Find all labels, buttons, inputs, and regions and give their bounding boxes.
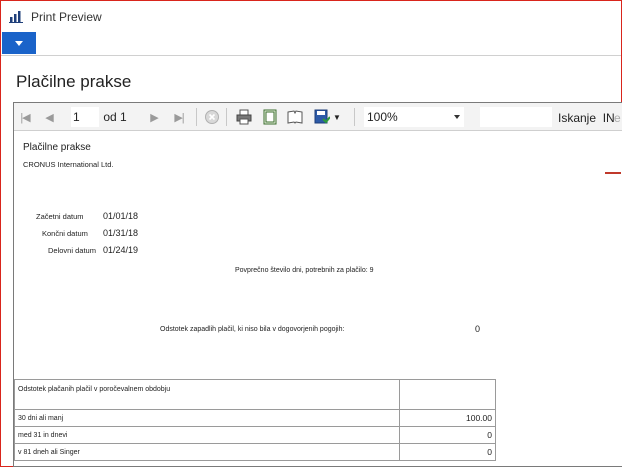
row-label: 30 dni ali manj <box>14 409 400 427</box>
row-value: 100.00 <box>399 409 496 427</box>
export-dropdown-icon[interactable]: ▼ <box>332 108 342 126</box>
late-payments-label: Odstotek zapadlih plačil, ki niso bila v… <box>160 326 345 333</box>
last-page-icon[interactable]: ▶| <box>172 108 186 126</box>
zoom-select[interactable]: 100% <box>364 107 464 127</box>
first-page-icon[interactable]: |◀ <box>18 108 32 126</box>
end-date-label: Končni datum <box>42 229 88 238</box>
row-value: 0 <box>399 443 496 461</box>
work-date-label: Delovni datum <box>48 246 96 255</box>
app-chart-icon <box>9 9 23 23</box>
chevron-down-icon <box>454 115 460 119</box>
page-number-input[interactable]: 1 <box>71 107 99 127</box>
table-row: v 81 dneh ali Singer 0 <box>14 443 496 461</box>
report-viewer: |◀ ◀ 1 od 1 ▶ ▶| ▼ 100% Iskanje IN e Pla… <box>13 102 622 467</box>
row-label: med 31 in dnevi <box>14 426 400 444</box>
start-date-label: Začetni datum <box>36 212 84 221</box>
search-next-link[interactable]: e <box>614 111 621 125</box>
end-date-value: 01/31/18 <box>103 228 139 238</box>
print-layout-icon[interactable] <box>262 109 278 125</box>
report-page: Plačilne prakse CRONUS International Ltd… <box>14 132 622 466</box>
company-name: CRONUS International Ltd. <box>23 160 114 169</box>
page-setup-icon[interactable] <box>287 109 303 125</box>
title-bar: Print Preview <box>1 1 621 31</box>
chevron-down-icon <box>15 41 23 46</box>
start-date-value: 01/01/18 <box>103 211 139 221</box>
print-icon[interactable] <box>236 109 252 125</box>
toolbar-divider <box>226 108 227 126</box>
work-date-value: 01/24/19 <box>103 245 139 255</box>
menu-dropdown-button[interactable] <box>2 32 36 54</box>
report-title: Plačilne prakse <box>23 142 91 153</box>
stop-icon[interactable] <box>204 109 220 125</box>
zoom-value: 100% <box>367 110 398 124</box>
next-page-icon[interactable]: ▶ <box>147 108 161 126</box>
average-days-text: Povprečno število dni, potrebnih za plač… <box>235 267 374 274</box>
action-bar <box>1 31 621 56</box>
toolbar-divider <box>354 108 355 126</box>
table-header-value <box>399 379 496 410</box>
export-save-icon[interactable] <box>314 109 330 125</box>
search-input[interactable] <box>480 107 552 127</box>
late-payments-value: 0 <box>475 324 481 334</box>
search-label: Iskanje IN <box>558 111 615 125</box>
page-title: Plačilne prakse <box>16 72 132 91</box>
toolbar-divider <box>196 108 197 126</box>
report-toolbar: |◀ ◀ 1 od 1 ▶ ▶| ▼ 100% Iskanje IN e <box>14 103 622 131</box>
row-label: v 81 dneh ali Singer <box>14 443 400 461</box>
previous-page-icon[interactable]: ◀ <box>42 108 56 126</box>
table-header: Odstotek plačanih plačil v poročevalnem … <box>14 379 400 410</box>
table-row: med 31 in dnevi 0 <box>14 426 496 444</box>
window-title: Print Preview <box>31 10 102 24</box>
page-count-label: od 1 <box>103 110 127 124</box>
table-header-row: Odstotek plačanih plačil v poročevalnem … <box>14 379 496 410</box>
row-value: 0 <box>399 426 496 444</box>
table-row: 30 dni ali manj 100.00 <box>14 409 496 427</box>
page-marker <box>605 172 621 174</box>
payment-periods-table: Odstotek plačanih plačil v poročevalnem … <box>14 379 496 461</box>
